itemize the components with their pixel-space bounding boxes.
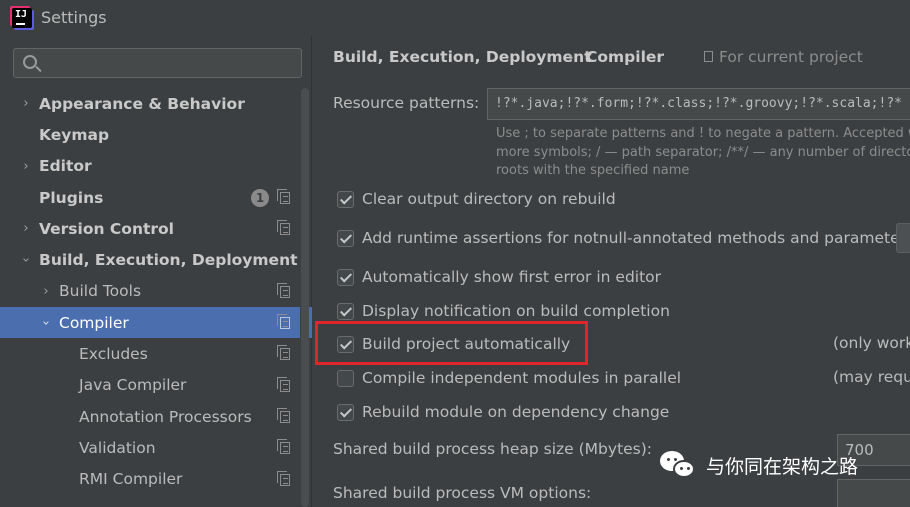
option-compile-in-parallel[interactable]: Compile independent modules in parallel (337, 367, 681, 389)
project-settings-icon (277, 314, 290, 330)
wechat-icon (660, 449, 698, 481)
hint-line: roots with the specified name (496, 163, 690, 178)
sidebar-item-label: Editor (39, 157, 92, 176)
project-settings-icon (277, 282, 290, 298)
intellij-app-icon: IJ (12, 8, 32, 28)
breadcrumb-current: Compiler (586, 48, 665, 66)
sidebar-scrollbar[interactable] (300, 88, 309, 507)
sidebar-item-label: RMI Compiler (79, 470, 183, 489)
sidebar-item-editor[interactable]: › Editor (0, 151, 300, 182)
project-settings-icon (277, 376, 290, 392)
checkbox[interactable] (337, 403, 354, 421)
sidebar-item-label: Compiler (59, 313, 129, 332)
sidebar-item-rmi-compiler[interactable]: RMI Compiler (0, 464, 300, 495)
sidebar-item-label: Excludes (79, 345, 148, 364)
checkbox[interactable] (337, 369, 354, 387)
option-label: Automatically show first error in editor (362, 268, 662, 286)
sidebar-item-java-compiler[interactable]: Java Compiler (0, 370, 300, 401)
window-title: Settings (41, 8, 107, 27)
heap-size-label: Shared build process heap size (Mbytes): (333, 440, 653, 458)
option-add-runtime-assertions[interactable]: Add runtime assertions for notnull-annot… (337, 227, 910, 249)
checkbox[interactable] (337, 190, 354, 208)
resource-patterns-label: Resource patterns: (333, 94, 480, 112)
hint-line: Use ; to separate patterns and ! to nega… (496, 126, 910, 141)
hint-line: more symbols; / — path separator; /**/ —… (496, 144, 910, 160)
sidebar-item-annotation-processors[interactable]: Annotation Processors (0, 401, 300, 432)
breadcrumb-parent: Build, Execution, Deployment (333, 48, 592, 66)
sidebar-item-label: Appearance & Behavior (39, 94, 245, 113)
option-show-first-error[interactable]: Automatically show first error in editor (337, 266, 661, 288)
wechat-watermark: 与你同在架构之路 (660, 447, 858, 483)
sidebar-item-label: Build Tools (59, 282, 142, 301)
title-bar: IJ Settings (0, 0, 910, 36)
sidebar-item-label: Build, Execution, Deployment (39, 251, 298, 270)
sidebar-item-label: Validation (79, 438, 156, 457)
watermark-text: 与你同在架构之路 (706, 455, 859, 478)
sidebar-item-label: Version Control (39, 219, 174, 238)
option-label: Display notification on build completion (362, 302, 670, 320)
sidebar-item-excludes[interactable]: Excludes (0, 338, 300, 369)
chevron-right-icon[interactable]: › (20, 96, 32, 111)
sidebar-item-label: Keymap (39, 125, 110, 144)
vm-options-input[interactable] (837, 479, 910, 507)
search-input[interactable] (13, 48, 302, 78)
sidebar-item-appearance-behavior[interactable]: › Appearance & Behavior (0, 88, 300, 119)
configure-annotations-button[interactable] (896, 223, 910, 253)
sidebar-item-version-control[interactable]: › Version Control (0, 213, 300, 244)
sidebar-item-build-execution-deployment[interactable]: › Build, Execution, Deployment (0, 244, 300, 275)
option-display-notification[interactable]: Display notification on build completion (337, 300, 670, 322)
chevron-down-icon[interactable]: › (39, 317, 54, 329)
project-scope-icon (704, 51, 713, 62)
sidebar-item-keymap[interactable]: Keymap (0, 119, 300, 150)
project-settings-icon (277, 345, 290, 361)
settings-sidebar: › Appearance & Behavior Keymap › Editor … (0, 36, 312, 507)
sidebar-item-label: Plugins (39, 188, 104, 207)
vm-options-label: Shared build process VM options: (333, 484, 592, 502)
project-settings-icon (277, 407, 290, 423)
resource-patterns-hint: Use ; to separate patterns and ! to nega… (496, 125, 910, 181)
sidebar-item-label: Annotation Processors (79, 407, 252, 426)
compiler-settings-panel: Build, Execution, Deployment › Compiler … (313, 36, 910, 507)
checkbox[interactable] (337, 268, 354, 286)
option-clear-output-directory[interactable]: Clear output directory on rebuild (337, 188, 616, 210)
sidebar-item-validation[interactable]: Validation (0, 432, 300, 463)
breadcrumb-separator: › (568, 48, 574, 66)
chevron-right-icon[interactable]: › (20, 221, 32, 236)
annotation-highlight-box (315, 321, 588, 365)
resource-patterns-input[interactable]: !?*.java;!?*.form;!?*.class;!?*.groovy;!… (487, 88, 910, 120)
project-settings-icon (277, 188, 290, 204)
settings-tree: › Appearance & Behavior Keymap › Editor … (0, 88, 312, 495)
sidebar-item-plugins[interactable]: Plugins 1 (0, 182, 300, 213)
chevron-right-icon[interactable]: › (40, 284, 52, 299)
option-label: Rebuild module on dependency change (362, 403, 670, 421)
build-automatically-note: (only work (833, 334, 910, 352)
option-label: Add runtime assertions for notnull-annot… (362, 229, 910, 247)
checkbox[interactable] (337, 229, 354, 247)
project-settings-icon (277, 220, 290, 236)
option-label: Clear output directory on rebuild (362, 190, 616, 208)
update-count-badge: 1 (251, 188, 269, 207)
sidebar-item-label: Java Compiler (79, 376, 187, 395)
scope-label: For current project (719, 48, 863, 66)
sidebar-scrollbar-thumb[interactable] (301, 88, 309, 507)
project-settings-icon (277, 470, 290, 486)
project-settings-icon (277, 439, 290, 455)
chevron-down-icon[interactable]: › (19, 254, 34, 266)
chevron-right-icon[interactable]: › (20, 159, 32, 174)
checkbox[interactable] (337, 302, 354, 320)
search-icon (23, 55, 37, 69)
compile-parallel-note: (may requi (833, 368, 910, 386)
sidebar-item-compiler[interactable]: › Compiler (0, 307, 312, 339)
sidebar-item-build-tools[interactable]: › Build Tools (0, 276, 300, 307)
option-rebuild-on-dependency-change[interactable]: Rebuild module on dependency change (337, 401, 669, 423)
option-label: Compile independent modules in parallel (362, 369, 682, 387)
